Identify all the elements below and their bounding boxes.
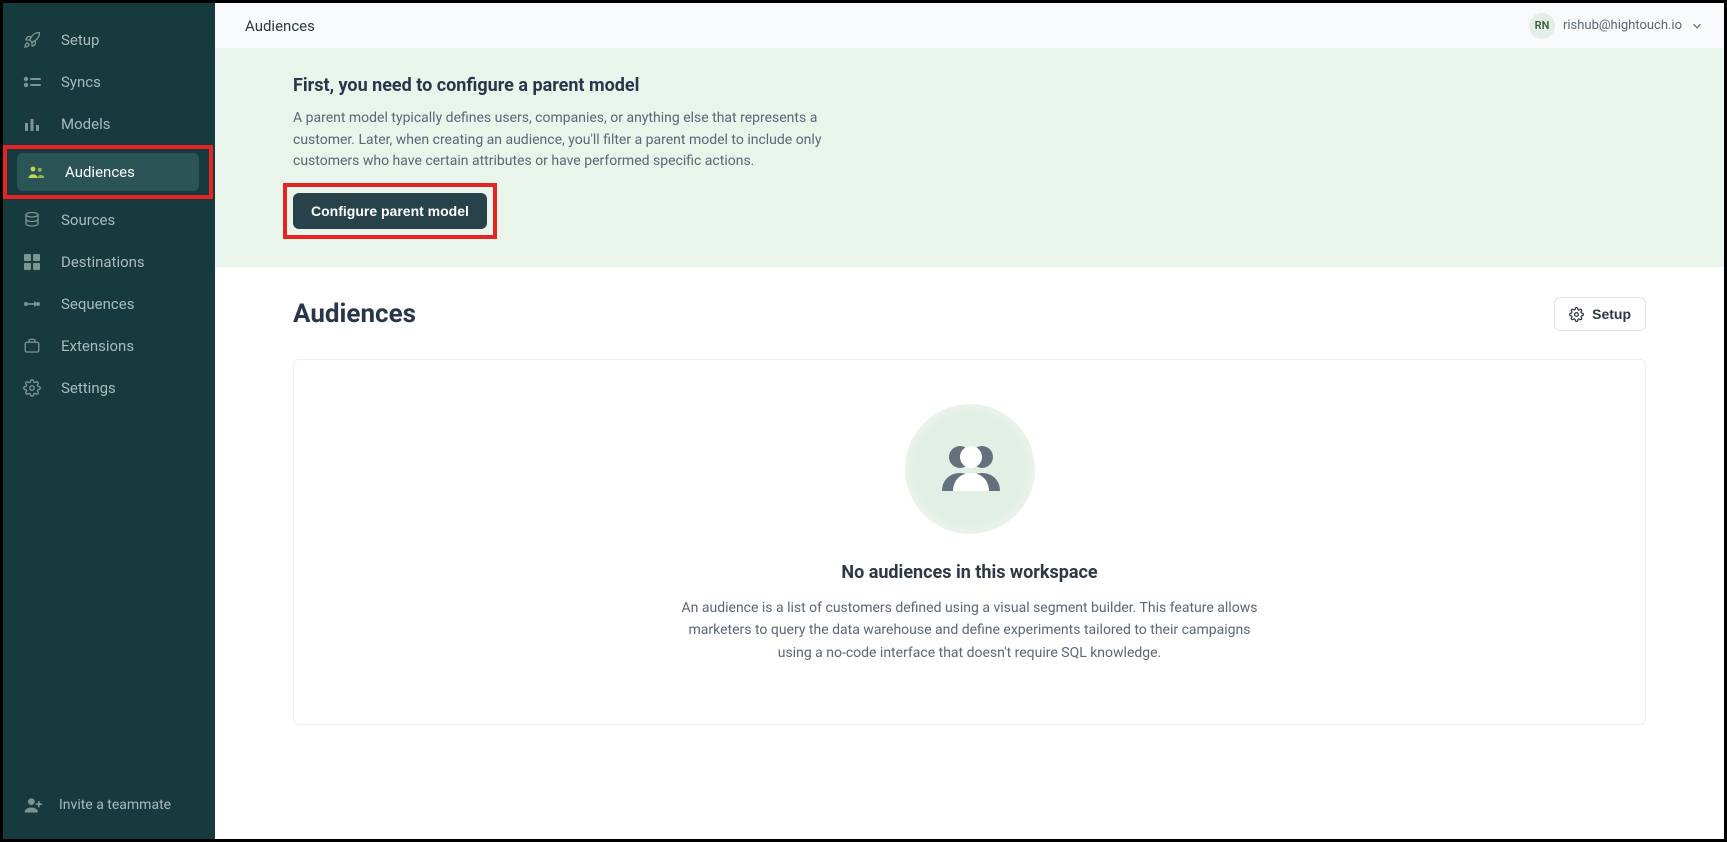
sidebar-item-label: Destinations — [61, 253, 145, 271]
gear-icon — [1569, 307, 1584, 322]
sidebar-item-label: Syncs — [61, 73, 101, 91]
configure-parent-model-button[interactable]: Configure parent model — [293, 193, 487, 229]
database-icon — [23, 211, 41, 229]
topbar: Audiences RN rishub@hightouch.io — [215, 3, 1724, 49]
sequence-icon — [23, 295, 41, 313]
content: Audiences Setup — [215, 267, 1724, 839]
avatar: RN — [1529, 13, 1555, 39]
sidebar-item-sequences[interactable]: Sequences — [3, 283, 215, 325]
banner-button-highlight: Configure parent model — [283, 183, 497, 239]
configure-parent-model-banner: First, you need to configure a parent mo… — [215, 49, 1724, 267]
content-title: Audiences — [293, 299, 416, 329]
audiences-empty-icon — [930, 429, 1010, 509]
sidebar-item-label: Sources — [61, 211, 115, 229]
empty-state-description: An audience is a list of customers defin… — [680, 597, 1260, 664]
sidebar-item-sources[interactable]: Sources — [3, 199, 215, 241]
empty-state: No audiences in this workspace An audien… — [293, 359, 1646, 725]
sidebar-item-label: Audiences — [65, 163, 135, 181]
page-title: Audiences — [245, 17, 315, 35]
setup-button[interactable]: Setup — [1554, 297, 1646, 331]
sidebar-item-label: Setup — [61, 31, 99, 49]
sidebar-item-settings[interactable]: Settings — [3, 367, 215, 409]
briefcase-icon — [23, 337, 41, 355]
sidebar-item-label: Models — [61, 115, 110, 133]
sidebar-item-models[interactable]: Models — [3, 103, 215, 145]
invite-teammate-label: Invite a teammate — [59, 797, 171, 813]
sidebar: Setup Syncs Models Audience — [3, 3, 215, 839]
sidebar-item-audiences[interactable]: Audiences — [17, 153, 199, 191]
content-header: Audiences Setup — [293, 297, 1646, 331]
sidebar-item-setup[interactable]: Setup — [3, 19, 215, 61]
sidebar-item-label: Settings — [61, 379, 116, 397]
invite-teammate-button[interactable]: Invite a teammate — [3, 781, 215, 839]
banner-description: A parent model typically defines users, … — [293, 108, 853, 173]
syncs-icon — [23, 73, 41, 91]
setup-button-label: Setup — [1592, 306, 1631, 322]
sidebar-item-label: Sequences — [61, 295, 134, 313]
user-menu[interactable]: RN rishub@hightouch.io — [1529, 13, 1704, 39]
user-email: rishub@hightouch.io — [1563, 18, 1682, 33]
bar-chart-icon — [23, 115, 41, 133]
chevron-down-icon — [1690, 19, 1704, 33]
user-plus-icon — [23, 795, 43, 815]
gear-icon — [23, 379, 41, 397]
rocket-icon — [23, 31, 41, 49]
sidebar-item-syncs[interactable]: Syncs — [3, 61, 215, 103]
sidebar-item-destinations[interactable]: Destinations — [3, 241, 215, 283]
sidebar-item-extensions[interactable]: Extensions — [3, 325, 215, 367]
main: Audiences RN rishub@hightouch.io First, … — [215, 3, 1724, 839]
empty-state-icon-wrap — [905, 404, 1035, 534]
sidebar-highlight: Audiences — [3, 145, 213, 199]
banner-title: First, you need to configure a parent mo… — [293, 75, 1694, 96]
grid-icon — [23, 253, 41, 271]
sidebar-item-label: Extensions — [61, 337, 134, 355]
audiences-icon — [27, 163, 45, 181]
empty-state-title: No audiences in this workspace — [841, 562, 1097, 583]
